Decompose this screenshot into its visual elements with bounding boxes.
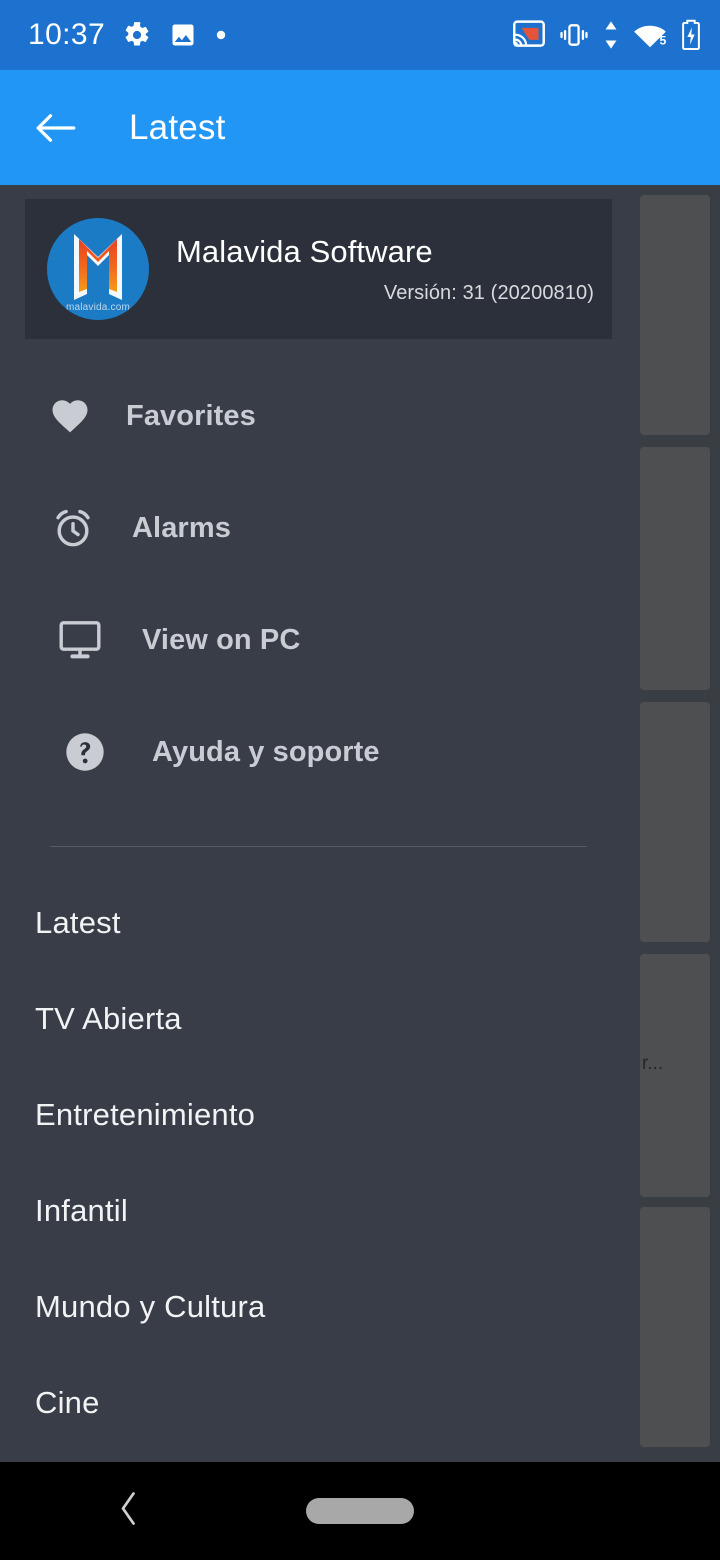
app-name: Malavida Software [176, 233, 433, 269]
status-bar-clock: 10:37 [28, 18, 106, 51]
monitor-icon [52, 618, 108, 662]
cast-icon [512, 20, 546, 50]
category-item-latest[interactable]: Latest [0, 875, 640, 971]
chevron-left-icon[interactable] [118, 1491, 140, 1532]
drawer-menu: Favorites Alarms View on PC Ayuda y sopo… [0, 360, 640, 808]
drawer-header: malavida.com Malavida Software Versión: … [25, 199, 612, 339]
status-bar: 10:37 5 [0, 0, 720, 70]
data-transfer-icon [602, 20, 620, 50]
status-bar-left: 10:37 [28, 18, 227, 52]
drawer-item-label: Favorites [126, 399, 256, 432]
category-item-cine[interactable]: Cine [0, 1355, 640, 1451]
category-label: Cine [35, 1385, 100, 1420]
drawer-item-alarms[interactable]: Alarms [0, 472, 640, 584]
drawer-item-label: Alarms [132, 511, 231, 544]
category-item-tv-abierta[interactable]: TV Abierta [0, 971, 640, 1067]
drawer-item-ayuda-y-soporte[interactable]: Ayuda y soporte [0, 696, 640, 808]
drawer-item-label: Ayuda y soporte [152, 735, 380, 768]
category-label: Infantil [35, 1193, 128, 1228]
drawer-item-label: View on PC [142, 623, 301, 656]
svg-text:5: 5 [660, 34, 667, 48]
category-label: Latest [35, 905, 121, 940]
heart-icon [42, 395, 98, 437]
phone-screen: r... malavida.com Malavida Software Vers… [0, 0, 720, 1560]
home-pill-handle[interactable] [306, 1498, 414, 1524]
category-label: Entretenimiento [35, 1097, 256, 1132]
back-button[interactable] [32, 104, 80, 152]
battery-charging-icon [680, 19, 702, 51]
drawer-divider [50, 846, 587, 847]
dot-icon [215, 29, 227, 41]
malavida-logo-icon: malavida.com [47, 218, 149, 320]
category-label: TV Abierta [35, 1001, 182, 1036]
help-circle-icon [57, 730, 113, 774]
logo-wordmark: malavida.com [65, 302, 131, 313]
drawer-category-list: Latest TV Abierta Entretenimiento Infant… [0, 875, 640, 1451]
app-bar: Latest [0, 70, 720, 185]
gear-icon [123, 21, 151, 49]
drawer-item-favorites[interactable]: Favorites [0, 360, 640, 472]
navigation-drawer: malavida.com Malavida Software Versión: … [0, 185, 640, 1462]
status-bar-right: 5 [512, 19, 702, 51]
drawer-header-text: Malavida Software Versión: 31 (20200810) [176, 234, 612, 305]
system-nav-bar [0, 1462, 720, 1560]
alarm-clock-icon [45, 505, 101, 551]
vibrate-icon [558, 21, 590, 49]
wifi-icon: 5 [632, 20, 668, 50]
category-item-mundo-y-cultura[interactable]: Mundo y Cultura [0, 1259, 640, 1355]
app-version: Versión: 31 (20200810) [383, 281, 594, 304]
drawer-item-view-on-pc[interactable]: View on PC [0, 584, 640, 696]
image-icon [169, 21, 197, 49]
category-label: Mundo y Cultura [35, 1289, 266, 1324]
category-item-entretenimiento[interactable]: Entretenimiento [0, 1067, 640, 1163]
category-item-infantil[interactable]: Infantil [0, 1163, 640, 1259]
page-title: Latest [129, 107, 226, 147]
